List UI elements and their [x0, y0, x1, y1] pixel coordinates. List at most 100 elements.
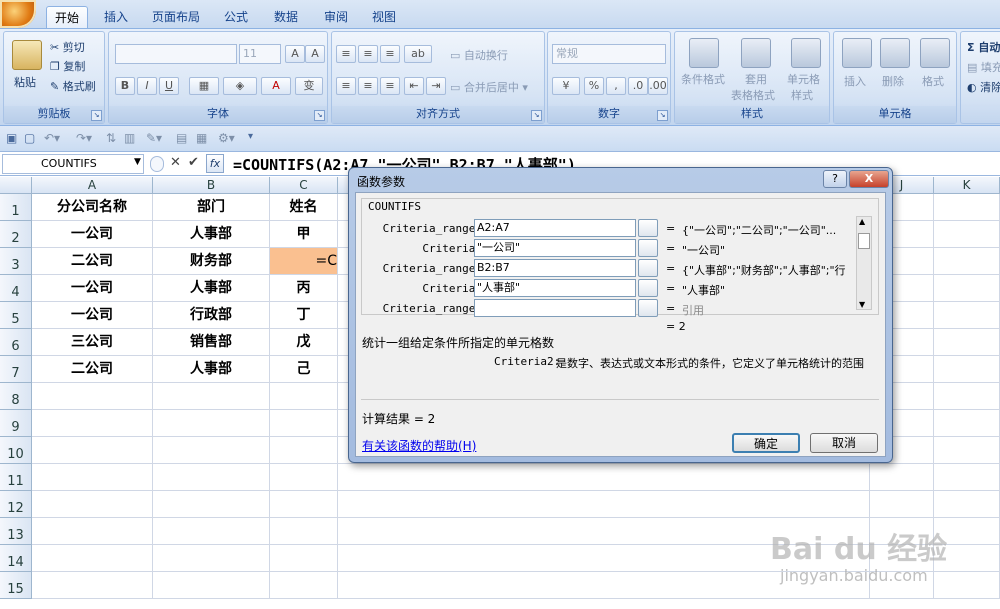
grid-cell[interactable] — [270, 383, 338, 410]
grid-cell[interactable]: 人事部 — [153, 275, 270, 302]
border-icon[interactable]: ▦ — [189, 77, 219, 95]
grid-cell[interactable]: 一公司 — [32, 275, 153, 302]
grow-font-icon[interactable]: A — [285, 45, 305, 63]
clear-button[interactable]: ◐ 清除 — [967, 79, 1000, 95]
tab-home[interactable]: 开始 — [46, 6, 88, 29]
number-launcher-icon[interactable]: ↘ — [657, 110, 668, 121]
grid-cell[interactable] — [153, 518, 270, 545]
merge-center-button[interactable]: ▭ 合并后居中 ▾ — [450, 79, 528, 95]
wrap-text-button[interactable]: ▭ 自动换行 — [450, 47, 508, 63]
grid-cell[interactable] — [270, 518, 338, 545]
row-header[interactable]: 13 — [0, 518, 32, 545]
grid-cell[interactable] — [270, 437, 338, 464]
grid-cell[interactable] — [870, 491, 934, 518]
alignment-launcher-icon[interactable]: ↘ — [531, 110, 542, 121]
column-header-b[interactable]: B — [153, 177, 270, 194]
decrease-indent-icon[interactable]: ⇤ — [404, 77, 424, 95]
delete-cells-button[interactable]: 删除 — [882, 73, 904, 89]
ok-button[interactable]: 确定 — [732, 433, 800, 453]
align-center-icon[interactable]: ≡ — [358, 77, 378, 95]
grid-cell[interactable] — [934, 464, 1000, 491]
fill-button[interactable]: ▤ 填充 — [967, 59, 1000, 75]
italic-button[interactable]: I — [137, 77, 157, 95]
conditional-format-button[interactable]: 条件格式 — [681, 71, 725, 87]
formula-bar-handle-icon[interactable] — [150, 156, 164, 172]
grid-cell[interactable] — [934, 356, 1000, 383]
row-header[interactable]: 9 — [0, 410, 32, 437]
autosum-button[interactable]: Σ 自动 — [967, 39, 1000, 55]
active-cell-c3[interactable]: =C — [270, 248, 338, 275]
table-format-label-2[interactable]: 表格格式 — [731, 87, 775, 103]
align-top-icon[interactable]: ≡ — [336, 45, 356, 63]
cell-style-label-1[interactable]: 单元格 — [787, 71, 820, 87]
increase-decimal-icon[interactable]: .0 — [628, 77, 648, 95]
grid-cell[interactable] — [153, 437, 270, 464]
argument-input[interactable]: "一公司" — [474, 239, 636, 257]
row-header[interactable]: 6 — [0, 329, 32, 356]
grid-cell[interactable] — [934, 302, 1000, 329]
grid-cell[interactable] — [934, 491, 1000, 518]
grid-cell[interactable]: 三公司 — [32, 329, 153, 356]
paste-button[interactable]: 粘贴 — [14, 74, 36, 90]
grid-cell[interactable] — [934, 383, 1000, 410]
save-icon[interactable]: ▣ — [6, 131, 17, 145]
argument-input[interactable]: A2:A7 — [474, 219, 636, 237]
collapse-dialog-icon[interactable] — [638, 279, 658, 297]
fill-color-icon[interactable]: ◈ — [223, 77, 257, 95]
tab-review[interactable]: 审阅 — [316, 6, 356, 29]
tab-view[interactable]: 视图 — [364, 6, 404, 29]
grid-cell[interactable] — [934, 437, 1000, 464]
increase-indent-icon[interactable]: ⇥ — [426, 77, 446, 95]
tab-insert[interactable]: 插入 — [96, 6, 136, 29]
tab-formulas[interactable]: 公式 — [216, 6, 256, 29]
insert-cells-button[interactable]: 插入 — [844, 73, 866, 89]
row-header[interactable]: 2 — [0, 221, 32, 248]
undo-icon[interactable]: ↶▾ — [44, 131, 60, 145]
grid-cell[interactable] — [934, 572, 1000, 599]
font-name-combo[interactable] — [115, 44, 237, 64]
align-left-icon[interactable]: ≡ — [336, 77, 356, 95]
grid-cell[interactable] — [153, 491, 270, 518]
grid-cell[interactable]: 人事部 — [153, 221, 270, 248]
grid-cell[interactable]: 部门 — [153, 194, 270, 221]
grid-cell[interactable] — [32, 518, 153, 545]
grid-cell[interactable]: 甲 — [270, 221, 338, 248]
grid-cell[interactable]: 二公司 — [32, 356, 153, 383]
align-right-icon[interactable]: ≡ — [380, 77, 400, 95]
grid-cell[interactable] — [934, 329, 1000, 356]
grid-cell[interactable]: 己 — [270, 356, 338, 383]
chart-icon[interactable]: ▥ — [124, 131, 135, 145]
grid-cell[interactable] — [32, 383, 153, 410]
grid-cell[interactable]: 戊 — [270, 329, 338, 356]
percent-icon[interactable]: % — [584, 77, 604, 95]
name-box-dropdown-icon[interactable]: ▼ — [134, 157, 141, 167]
row-header[interactable]: 10 — [0, 437, 32, 464]
collapse-dialog-icon[interactable] — [638, 299, 658, 317]
grid-cell[interactable]: 丙 — [270, 275, 338, 302]
row-header[interactable]: 14 — [0, 545, 32, 572]
grid-cell[interactable] — [153, 383, 270, 410]
cell-style-label-2[interactable]: 样式 — [791, 87, 813, 103]
font-color-icon[interactable]: A — [261, 77, 291, 95]
row-header[interactable]: 8 — [0, 383, 32, 410]
align-bottom-icon[interactable]: ≡ — [380, 45, 400, 63]
row-header[interactable]: 5 — [0, 302, 32, 329]
grid-cell[interactable] — [270, 572, 338, 599]
clipboard-launcher-icon[interactable]: ↘ — [91, 110, 102, 121]
phonetic-icon[interactable]: 变 — [295, 77, 323, 95]
grid-cell[interactable] — [934, 221, 1000, 248]
grid-cell[interactable] — [934, 410, 1000, 437]
grid-cell[interactable] — [153, 572, 270, 599]
row-header[interactable]: 1 — [0, 194, 32, 221]
cancel-button[interactable]: 取消 — [810, 433, 878, 453]
select-all-corner[interactable] — [0, 177, 32, 194]
edit-icon[interactable]: ✎▾ — [146, 131, 162, 145]
copy-button[interactable]: ❐ 复制 — [50, 58, 85, 74]
collapse-dialog-icon[interactable] — [638, 219, 658, 237]
grid-cell[interactable] — [934, 248, 1000, 275]
settings-icon[interactable]: ⚙▾ — [218, 131, 235, 145]
customize-qat-icon[interactable]: ▾ — [248, 131, 253, 142]
bold-button[interactable]: B — [115, 77, 135, 95]
enter-formula-icon[interactable]: ✔ — [188, 155, 199, 170]
row-header[interactable]: 11 — [0, 464, 32, 491]
